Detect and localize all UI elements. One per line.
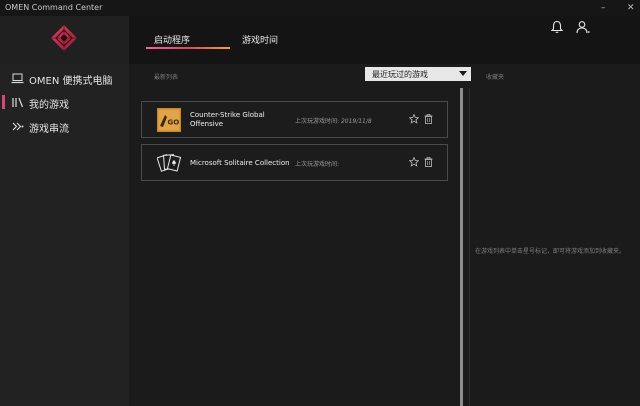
sort-dropdown[interactable]: 最近玩过的游戏	[365, 67, 471, 81]
streaming-icon	[12, 122, 24, 131]
laptop-icon	[11, 73, 24, 84]
trash-icon[interactable]	[424, 114, 433, 124]
chevron-down-icon	[459, 71, 467, 76]
game-title: Microsoft Solitaire Collection	[190, 159, 290, 167]
bell-icon[interactable]	[550, 20, 564, 34]
title-bar: OMEN Command Center – ✕	[0, 0, 640, 16]
csgo-game-icon: GO	[157, 108, 181, 132]
game-list-scrollbar-thumb[interactable]	[460, 88, 463, 406]
logo-area	[0, 16, 129, 64]
game-list-label: 最新列表	[154, 74, 179, 81]
window-title: OMEN Command Center	[5, 3, 103, 12]
sidebar-item-label: 游戏串流	[29, 124, 69, 135]
main-content: 最新列表 最近玩过的游戏 收藏夹 GO Counter-Strike Globa…	[129, 64, 640, 406]
tab-game-time[interactable]: 游戏时间	[242, 33, 278, 46]
last-played: 上次玩游戏时间:	[295, 159, 339, 168]
sidebar-item-omen-laptop[interactable]: OMEN 便携式电脑	[0, 68, 129, 90]
close-button[interactable]: ✕	[627, 2, 635, 14]
minimize-button[interactable]: –	[601, 2, 606, 14]
game-title: Counter-Strike Global Offensive	[190, 111, 265, 128]
star-icon[interactable]	[409, 114, 419, 124]
game-library-icon	[12, 97, 24, 108]
active-indicator	[2, 95, 5, 109]
game-card-solitaire[interactable]: Microsoft Solitaire Collection 上次玩游戏时间:	[141, 144, 448, 181]
sidebar-item-label: 我的游戏	[29, 100, 69, 111]
last-played-date: 2019/11/8	[340, 118, 372, 125]
sidebar-item-my-games[interactable]: 我的游戏	[0, 92, 129, 114]
header: 启动程序 游戏时间	[129, 16, 640, 64]
favorites-label: 收藏夹	[486, 74, 505, 81]
solitaire-cards-icon	[157, 154, 181, 172]
tab-launch-programs[interactable]: 启动程序	[154, 33, 190, 46]
omen-logo-icon	[51, 25, 77, 51]
sidebar-item-game-streaming[interactable]: 游戏串流	[0, 116, 129, 138]
game-card-csgo[interactable]: GO Counter-Strike Global Offensive 上次玩游戏…	[141, 101, 448, 138]
favorites-empty-message: 在游戏列表中单击星号标记，即可将游戏添加到收藏夹。	[475, 248, 626, 255]
last-played: 上次玩游戏时间: 2019/11/8	[295, 116, 372, 125]
active-tab-underline	[146, 47, 230, 49]
last-played-label: 上次玩游戏时间:	[295, 161, 340, 168]
star-icon[interactable]	[409, 157, 419, 167]
last-played-label: 上次玩游戏时间:	[295, 118, 340, 125]
sidebar: OMEN 便携式电脑 我的游戏 游戏串流	[0, 16, 129, 406]
trash-icon[interactable]	[424, 157, 433, 167]
sort-selected-value: 最近玩过的游戏	[372, 70, 428, 79]
user-account-icon[interactable]	[576, 20, 590, 34]
svg-text:GO: GO	[168, 119, 180, 127]
panel-divider	[469, 88, 470, 406]
sidebar-item-label: OMEN 便携式电脑	[29, 76, 113, 87]
